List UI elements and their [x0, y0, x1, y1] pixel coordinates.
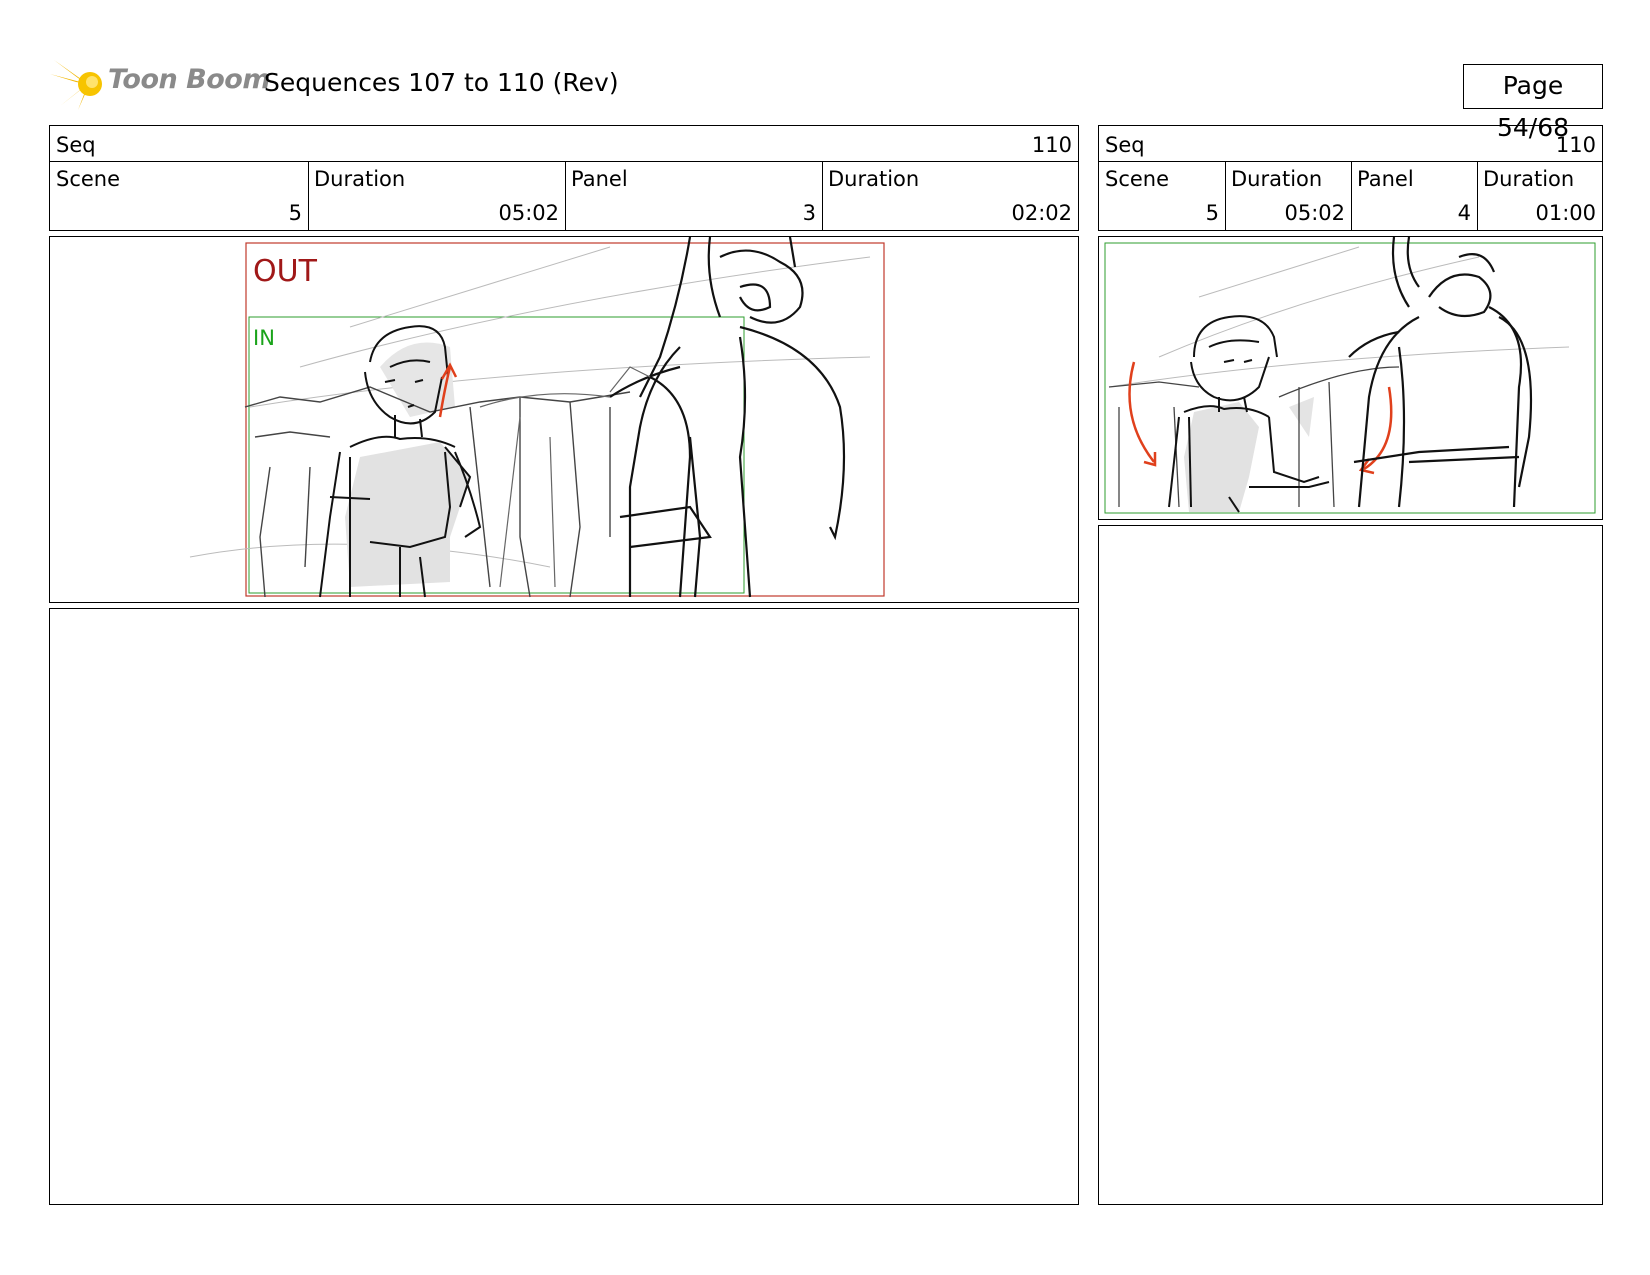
scene-duration-cell: Duration 05:02 [308, 161, 566, 230]
seq-label: Seq [1105, 133, 1145, 157]
out-frame [245, 242, 885, 597]
scene-label: Scene [1105, 167, 1170, 191]
adult-figure [609, 237, 846, 598]
out-label: OUT [253, 254, 318, 289]
scene-cell: Scene 5 [50, 161, 309, 230]
storyboard-image-panel-4 [1098, 236, 1603, 520]
scene-cell: Scene 5 [1099, 161, 1226, 230]
page-indicator: Page 54/68 [1463, 64, 1603, 142]
panel-value: 4 [1457, 201, 1471, 225]
seq-row: Seq 110 [50, 126, 1078, 162]
panel-duration-cell: Duration 01:00 [1477, 161, 1602, 230]
panel-cell: Panel 3 [565, 161, 823, 230]
sketch-panel-3: OUT IN [189, 237, 885, 598]
panel-duration-cell: Duration 02:02 [822, 161, 1078, 230]
storyboard-image-panel-3: OUT IN [49, 236, 1079, 603]
seq-row: Seq 110 [1099, 126, 1602, 162]
panel-label: Panel [571, 167, 628, 191]
seq-value: 110 [1555, 133, 1596, 157]
panel-duration-label: Duration [828, 167, 920, 191]
panel-duration-value: 01:00 [1535, 201, 1596, 225]
brand-name: Toon Boom [108, 64, 270, 95]
scene-duration-label: Duration [1231, 167, 1323, 191]
scene-value: 5 [1205, 201, 1219, 225]
scene-value: 5 [288, 201, 302, 225]
panel-header-right: Seq 110 Scene 5 Duration 05:02 Panel 4 D… [1098, 125, 1603, 231]
panel-header-left: Seq 110 Scene 5 Duration 05:02 Panel 3 D… [49, 125, 1079, 231]
adult-figure [1348, 237, 1533, 508]
motion-arrow-left [1128, 361, 1157, 467]
panel-duration-value: 02:02 [1011, 201, 1072, 225]
notes-panel-4 [1098, 525, 1603, 1205]
seq-label: Seq [56, 133, 96, 157]
scene-duration-cell: Duration 05:02 [1225, 161, 1352, 230]
scene-label: Scene [56, 167, 121, 191]
in-label: IN [253, 326, 275, 350]
starburst-icon [50, 56, 102, 110]
panel-duration-label: Duration [1483, 167, 1575, 191]
panel-value: 3 [802, 201, 816, 225]
panel-cell: Panel 4 [1351, 161, 1478, 230]
scene-duration-value: 05:02 [1284, 201, 1345, 225]
panel-label: Panel [1357, 167, 1414, 191]
sketch-panel-4 [1104, 237, 1596, 514]
scene-duration-value: 05:02 [498, 201, 559, 225]
seq-value: 110 [1031, 133, 1072, 157]
scene-duration-label: Duration [314, 167, 406, 191]
toon-boom-logo: Toon Boom [50, 54, 270, 112]
document-title: Sequences 107 to 110 (Rev) [264, 68, 619, 97]
notes-panel-3 [49, 608, 1079, 1205]
